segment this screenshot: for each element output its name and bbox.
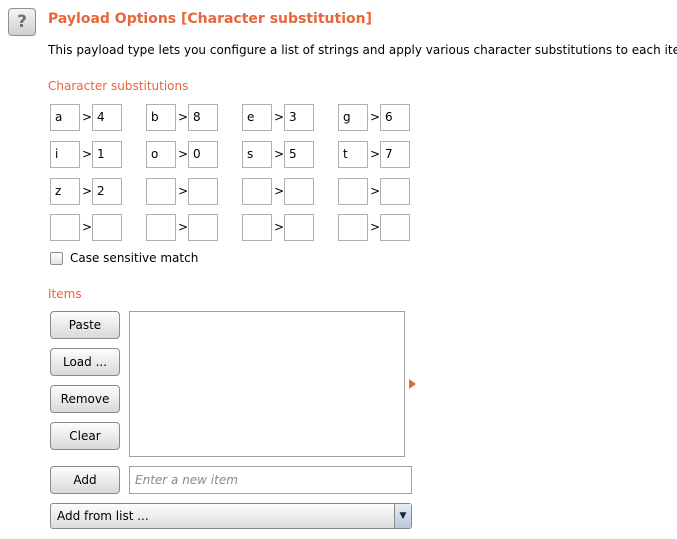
substitution-to-field[interactable] [380,178,410,205]
substitution-to-field[interactable]: 8 [188,104,218,131]
substitution-to-field[interactable]: 0 [188,141,218,168]
substitution-separator: > [370,110,381,124]
items-label: Items [48,287,82,301]
substitution-to-field[interactable]: 2 [92,178,122,205]
substitution-separator: > [82,110,93,124]
substitution-to-field[interactable] [188,214,218,241]
substitution-from-field[interactable]: a [50,104,80,131]
substitution-separator: > [274,147,285,161]
substitution-separator: > [370,220,381,234]
substitution-to-field[interactable] [380,214,410,241]
clear-button[interactable]: Clear [50,422,120,450]
substitution-to-field[interactable]: 5 [284,141,314,168]
substitution-from-field[interactable] [146,214,176,241]
substitution-from-field[interactable]: o [146,141,176,168]
substitution-separator: > [274,184,285,198]
substitution-separator: > [82,220,93,234]
substitution-from-field[interactable]: t [338,141,368,168]
substitution-from-field[interactable]: g [338,104,368,131]
substitution-from-field[interactable]: b [146,104,176,131]
substitution-to-field[interactable]: 7 [380,141,410,168]
substitution-separator: > [274,110,285,124]
add-from-list-label: Add from list ... [57,509,149,523]
substitution-separator: > [178,220,189,234]
substitution-from-field[interactable] [242,178,272,205]
substitution-to-field[interactable]: 6 [380,104,410,131]
load-button[interactable]: Load ... [50,348,120,376]
substitution-from-field[interactable]: e [242,104,272,131]
substitution-to-field[interactable]: 3 [284,104,314,131]
substitution-to-field[interactable]: 4 [92,104,122,131]
substitution-separator: > [370,184,381,198]
substitution-from-field[interactable] [50,214,80,241]
substitution-separator: > [82,184,93,198]
substitution-from-field[interactable]: z [50,178,80,205]
substitution-to-field[interactable] [284,214,314,241]
substitution-from-field[interactable] [338,178,368,205]
substitution-to-field[interactable]: 1 [92,141,122,168]
character-substitutions-label: Character substitutions [48,79,189,93]
substitution-to-field[interactable] [188,178,218,205]
remove-button[interactable]: Remove [50,385,120,413]
substitution-separator: > [178,184,189,198]
substitution-from-field[interactable]: i [50,141,80,168]
substitution-separator: > [370,147,381,161]
substitution-separator: > [178,110,189,124]
expand-arrow-icon[interactable] [409,379,416,389]
substitution-from-field[interactable] [146,178,176,205]
section-title: Payload Options [Character substitution] [48,11,372,27]
case-sensitive-label: Case sensitive match [70,251,199,265]
description-text: This payload type lets you configure a l… [48,43,677,57]
add-button[interactable]: Add [50,466,120,494]
case-sensitive-checkbox[interactable] [50,252,63,265]
substitution-separator: > [82,147,93,161]
items-listbox[interactable] [129,311,405,457]
substitution-separator: > [178,147,189,161]
substitution-separator: > [274,220,285,234]
substitution-to-field[interactable] [284,178,314,205]
paste-button[interactable]: Paste [50,311,120,339]
substitution-from-field[interactable] [338,214,368,241]
help-icon[interactable]: ? [8,8,36,36]
substitution-from-field[interactable] [242,214,272,241]
substitution-from-field[interactable]: s [242,141,272,168]
add-from-list-select[interactable]: Add from list ... ▼ [50,503,412,529]
chevron-down-icon[interactable]: ▼ [394,504,411,528]
substitution-to-field[interactable] [92,214,122,241]
new-item-input[interactable] [129,466,412,494]
